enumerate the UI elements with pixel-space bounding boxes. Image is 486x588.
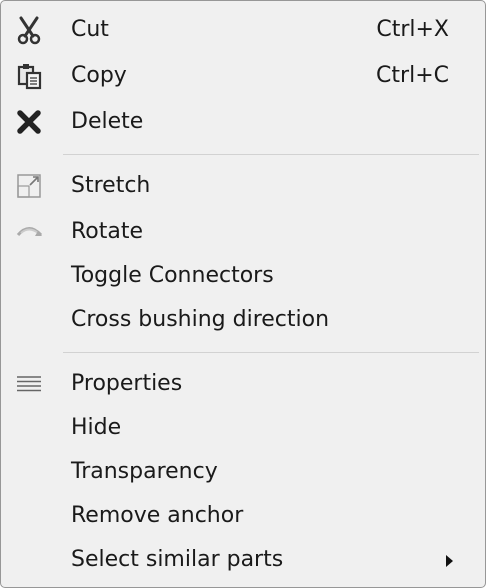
menu-item-label: Copy <box>71 63 127 88</box>
menu-item-delete[interactable]: Delete <box>1 100 485 144</box>
rotate-icon <box>9 217 49 247</box>
properties-lines-icon <box>9 369 49 399</box>
menu-item-shortcut: Ctrl+X <box>376 17 449 42</box>
submenu-arrow-icon <box>445 553 455 572</box>
scissors-icon <box>9 15 49 45</box>
menu-separator <box>63 154 479 155</box>
menu-item-stretch[interactable]: Stretch <box>1 164 485 208</box>
menu-item-label: Delete <box>71 109 144 134</box>
menu-item-label: Transparency <box>71 459 218 484</box>
menu-item-cut[interactable]: Cut Ctrl+X <box>1 8 485 52</box>
menu-item-label: Hide <box>71 415 122 440</box>
menu-item-remove-anchor[interactable]: Remove anchor <box>1 494 485 538</box>
menu-item-label: Cross bushing direction <box>71 307 330 332</box>
menu-item-hide[interactable]: Hide <box>1 406 485 450</box>
menu-item-shortcut: Ctrl+C <box>376 63 449 88</box>
menu-item-label: Remove anchor <box>71 503 244 528</box>
stretch-icon <box>9 171 49 201</box>
menu-item-cross-bushing-direction[interactable]: Cross bushing direction <box>1 298 485 342</box>
menu-item-label: Select similar parts <box>71 547 284 572</box>
menu-item-label: Toggle Connectors <box>71 263 274 288</box>
menu-item-select-similar-parts[interactable]: Select similar parts <box>1 538 485 582</box>
menu-item-toggle-connectors[interactable]: Toggle Connectors <box>1 254 485 298</box>
menu-item-label: Cut <box>71 17 109 42</box>
menu-item-copy[interactable]: Copy Ctrl+C <box>1 54 485 98</box>
context-menu: Cut Ctrl+X Copy Ctrl+C Delete Stretch Ro… <box>0 0 486 588</box>
menu-item-label: Rotate <box>71 219 144 244</box>
menu-item-properties[interactable]: Properties <box>1 362 485 406</box>
delete-x-icon <box>9 107 49 137</box>
menu-separator <box>63 352 479 353</box>
menu-item-label: Properties <box>71 371 183 396</box>
menu-item-rotate[interactable]: Rotate <box>1 210 485 254</box>
menu-item-transparency[interactable]: Transparency <box>1 450 485 494</box>
menu-item-label: Stretch <box>71 173 151 198</box>
copy-icon <box>9 61 49 91</box>
